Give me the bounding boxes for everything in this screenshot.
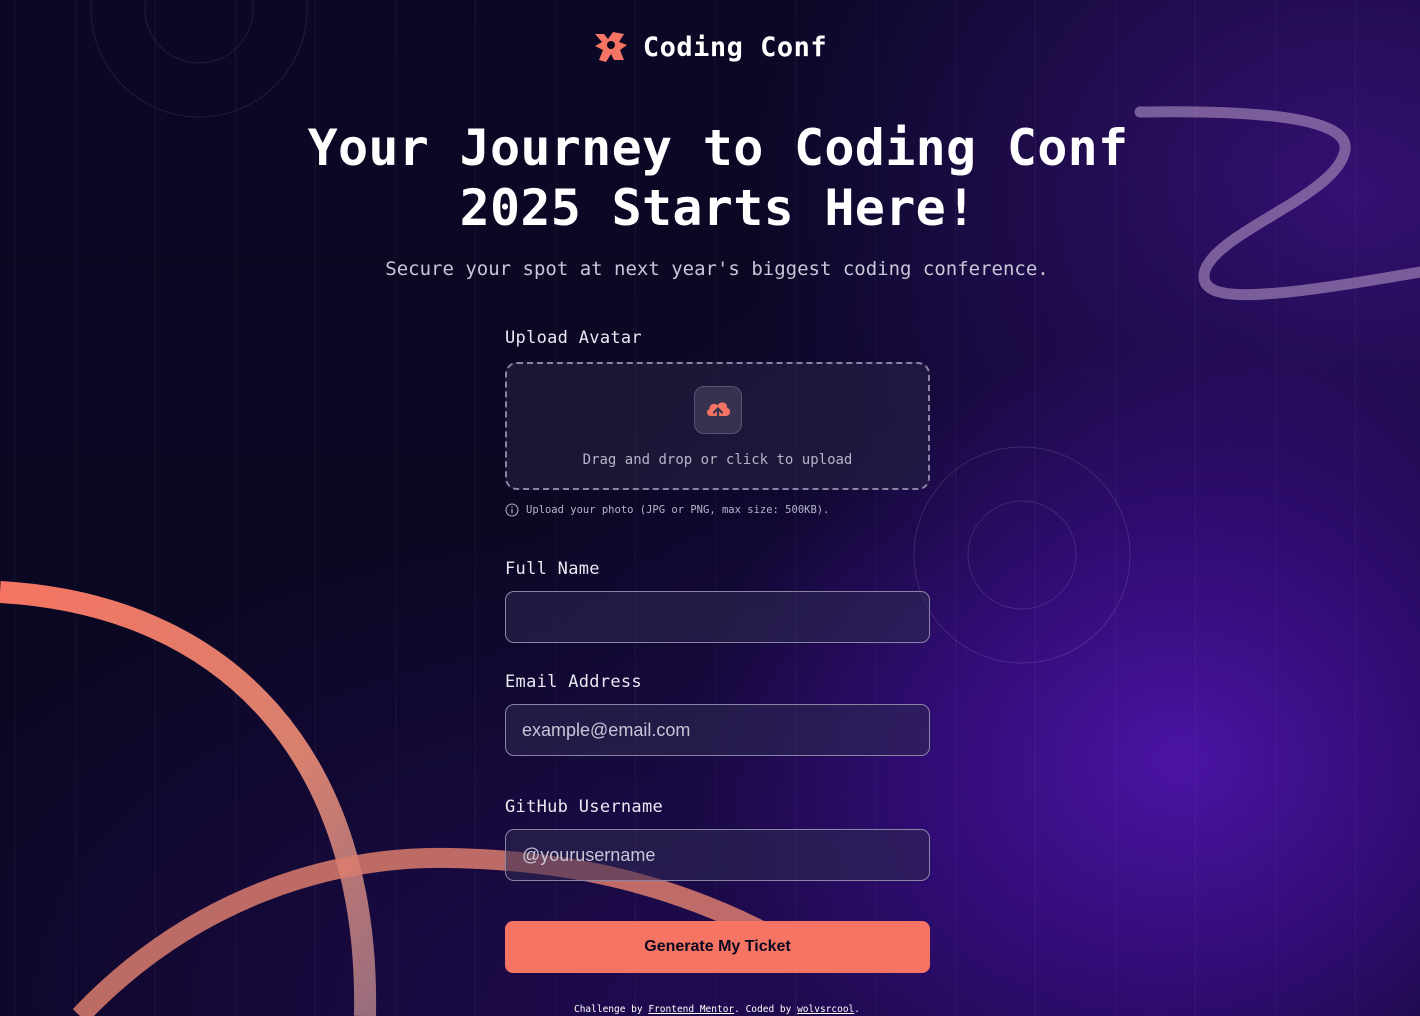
info-icon — [505, 503, 519, 517]
full-name-label: Full Name — [505, 559, 600, 579]
ticket-form: Upload Avatar Drag and drop or click to … — [505, 328, 930, 973]
upload-hint: Upload your photo (JPG or PNG, max size:… — [505, 503, 829, 517]
deco-circle-inner-right — [967, 500, 1077, 610]
footer-attribution: Challenge by Frontend Mentor. Coded by w… — [0, 1004, 1420, 1015]
deco-circle-outer-right — [913, 446, 1131, 664]
email-input[interactable] — [505, 704, 930, 756]
full-name-input[interactable] — [505, 591, 930, 643]
deco-arc-large — [0, 581, 377, 1016]
logo-icon — [594, 32, 627, 62]
upload-cloud-icon — [694, 386, 742, 434]
upload-avatar-label: Upload Avatar — [505, 328, 642, 348]
page-title: Your Journey to Coding Conf 2025 Starts … — [307, 119, 1129, 237]
dropzone-text: Drag and drop or click to upload — [582, 452, 853, 468]
brand-name: Coding Conf — [642, 31, 828, 63]
email-label: Email Address — [505, 672, 642, 692]
github-username-input[interactable] — [505, 829, 930, 881]
github-label: GitHub Username — [505, 797, 664, 817]
frontend-mentor-link[interactable]: Frontend Mentor — [648, 1004, 734, 1015]
generate-ticket-button[interactable]: Generate My Ticket — [505, 921, 930, 973]
footer-prefix: Challenge by — [573, 1004, 649, 1015]
avatar-dropzone[interactable]: Drag and drop or click to upload — [505, 362, 930, 490]
author-link[interactable]: wolvsrcool — [797, 1004, 854, 1015]
upload-hint-text: Upload your photo (JPG or PNG, max size:… — [526, 504, 830, 516]
footer-middle: . Coded by — [734, 1004, 798, 1015]
footer-suffix: . — [854, 1004, 860, 1015]
page-subtitle: Secure your spot at next year's biggest … — [385, 258, 1049, 280]
brand-logo: Coding Conf — [0, 30, 1420, 64]
